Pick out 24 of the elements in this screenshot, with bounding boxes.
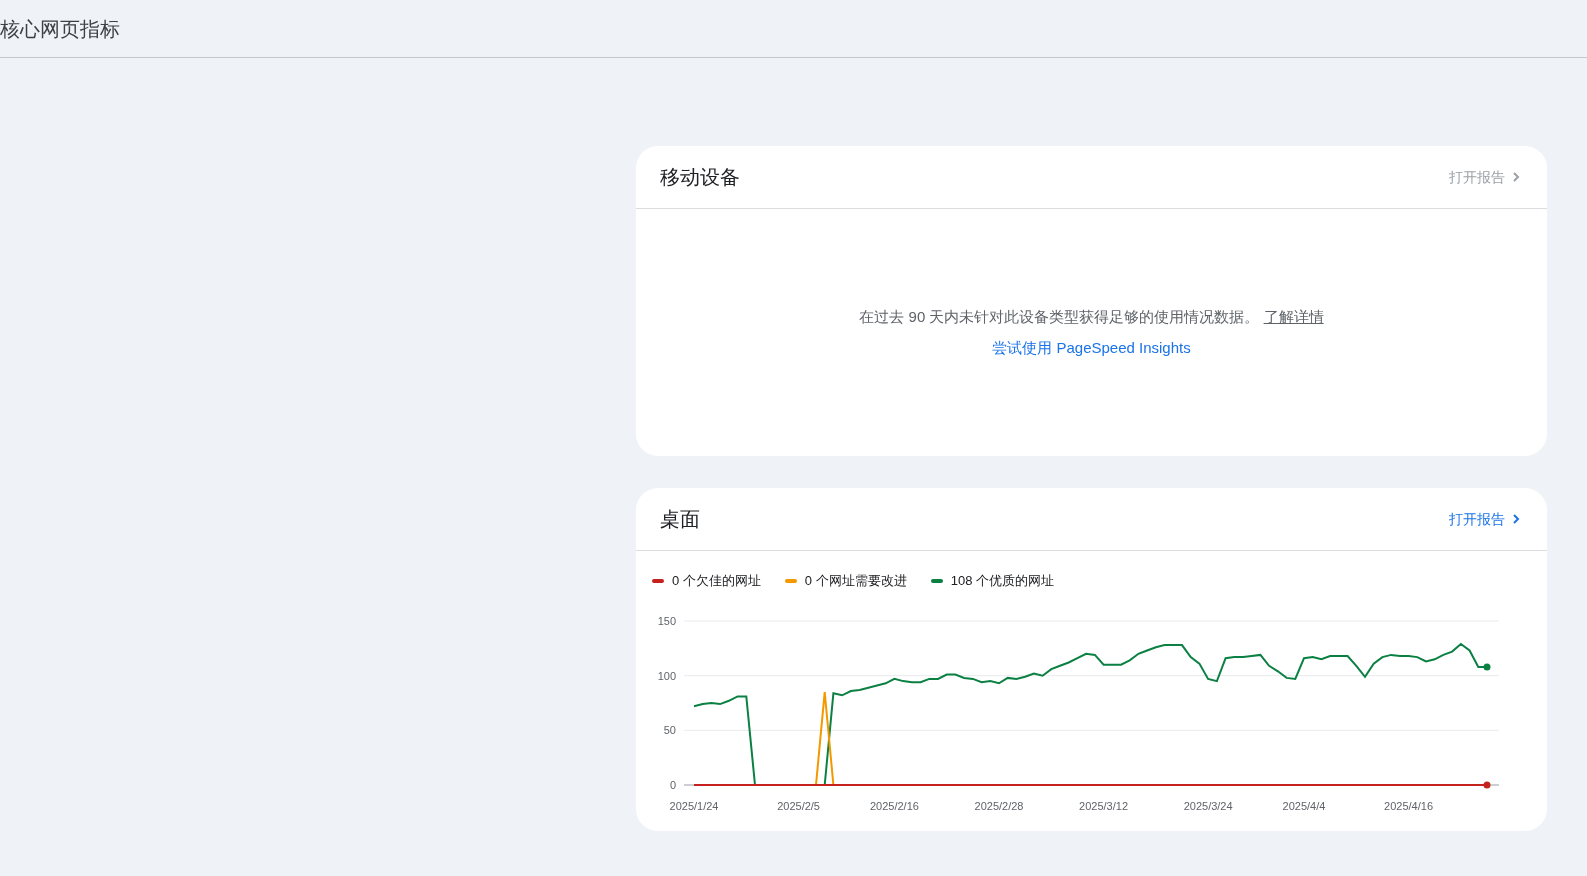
axis-label: 2025/4/4 bbox=[1282, 799, 1326, 812]
axis-label: 2025/4/16 bbox=[1384, 799, 1434, 812]
legend-label: 108 个优质的网址 bbox=[950, 572, 1054, 590]
card-title: 移动设备 bbox=[660, 165, 740, 190]
axis-label: 2025/3/24 bbox=[1183, 799, 1233, 812]
legend-label: 0 个欠佳的网址 bbox=[672, 572, 761, 590]
axis-label: 0 bbox=[669, 778, 676, 791]
axis-label: 100 bbox=[657, 669, 676, 682]
open-report-link[interactable]: 打开报告 bbox=[1449, 508, 1523, 530]
axis-label: 2025/2/16 bbox=[869, 799, 919, 812]
legend-label: 0 个网址需要改进 bbox=[804, 572, 907, 590]
page-title: 核心网页指标 bbox=[0, 16, 120, 42]
axis-label: 2025/2/5 bbox=[777, 799, 820, 812]
learn-more-link[interactable]: 了解详情 bbox=[1263, 308, 1324, 325]
axis-label: 2025/1/24 bbox=[669, 799, 719, 812]
card-title: 桌面 bbox=[660, 507, 700, 532]
axis-label: 150 bbox=[657, 614, 676, 627]
end-point-marker bbox=[1483, 781, 1491, 788]
axis-label: 2025/2/28 bbox=[974, 799, 1024, 812]
pagespeed-link[interactable]: 尝试使用 PageSpeed Insights bbox=[992, 336, 1191, 359]
empty-message: 在过去 90 天内未针对此设备类型获得足够的使用情况数据。 了解详情 bbox=[859, 307, 1324, 327]
end-point-marker bbox=[1483, 662, 1491, 670]
axis-label: 50 bbox=[663, 723, 676, 736]
axis-label: 2025/3/12 bbox=[1079, 799, 1129, 812]
